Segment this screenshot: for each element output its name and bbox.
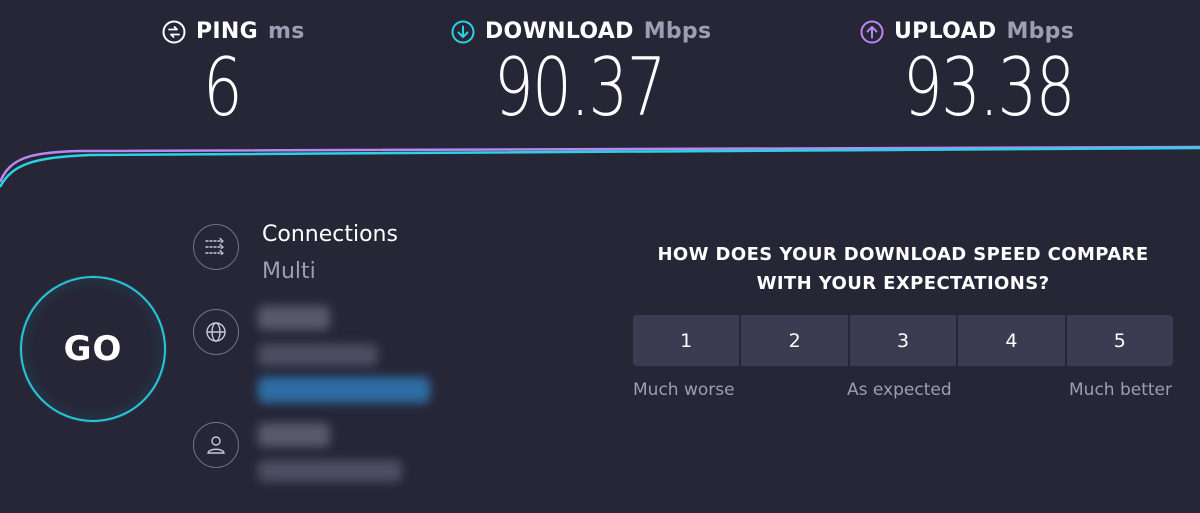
scale-label-low: Much worse	[633, 380, 735, 400]
rating-option-1[interactable]: 1	[633, 315, 740, 366]
survey-question: HOW DOES YOUR DOWNLOAD SPEED COMPARE WIT…	[657, 244, 1149, 294]
download-arrow-icon	[451, 20, 475, 44]
go-button[interactable]: GO	[20, 276, 166, 422]
connections-mode[interactable]: Multi	[262, 259, 316, 284]
isp-name-redacted	[258, 306, 330, 330]
ping-icon	[162, 20, 186, 44]
globe-icon	[193, 309, 239, 355]
scale-label-high: Much better	[1069, 380, 1172, 400]
ping-value: 6	[203, 41, 243, 134]
connections-title: Connections	[262, 222, 398, 247]
user-icon	[193, 422, 239, 468]
host-name-redacted	[258, 423, 330, 447]
speed-graph	[0, 145, 1200, 188]
download-graph-line	[0, 146, 1200, 188]
upload-arrow-icon	[860, 20, 884, 44]
scale-label-mid: As expected	[847, 380, 952, 400]
download-value: 90.37	[494, 41, 666, 134]
upload-value: 93.38	[903, 41, 1075, 134]
rating-option-4[interactable]: 4	[958, 315, 1065, 366]
rating-option-2[interactable]: 2	[741, 315, 848, 366]
rating-option-5[interactable]: 5	[1066, 315, 1173, 366]
change-server-link-redacted[interactable]	[258, 377, 430, 403]
rating-scale: 1 2 3 4 5	[633, 315, 1173, 366]
isp-location-redacted	[258, 344, 378, 366]
rating-option-3[interactable]: 3	[849, 315, 957, 366]
host-location-redacted	[258, 460, 402, 482]
connections-icon[interactable]	[193, 224, 239, 270]
ping-unit: ms	[267, 19, 305, 44]
